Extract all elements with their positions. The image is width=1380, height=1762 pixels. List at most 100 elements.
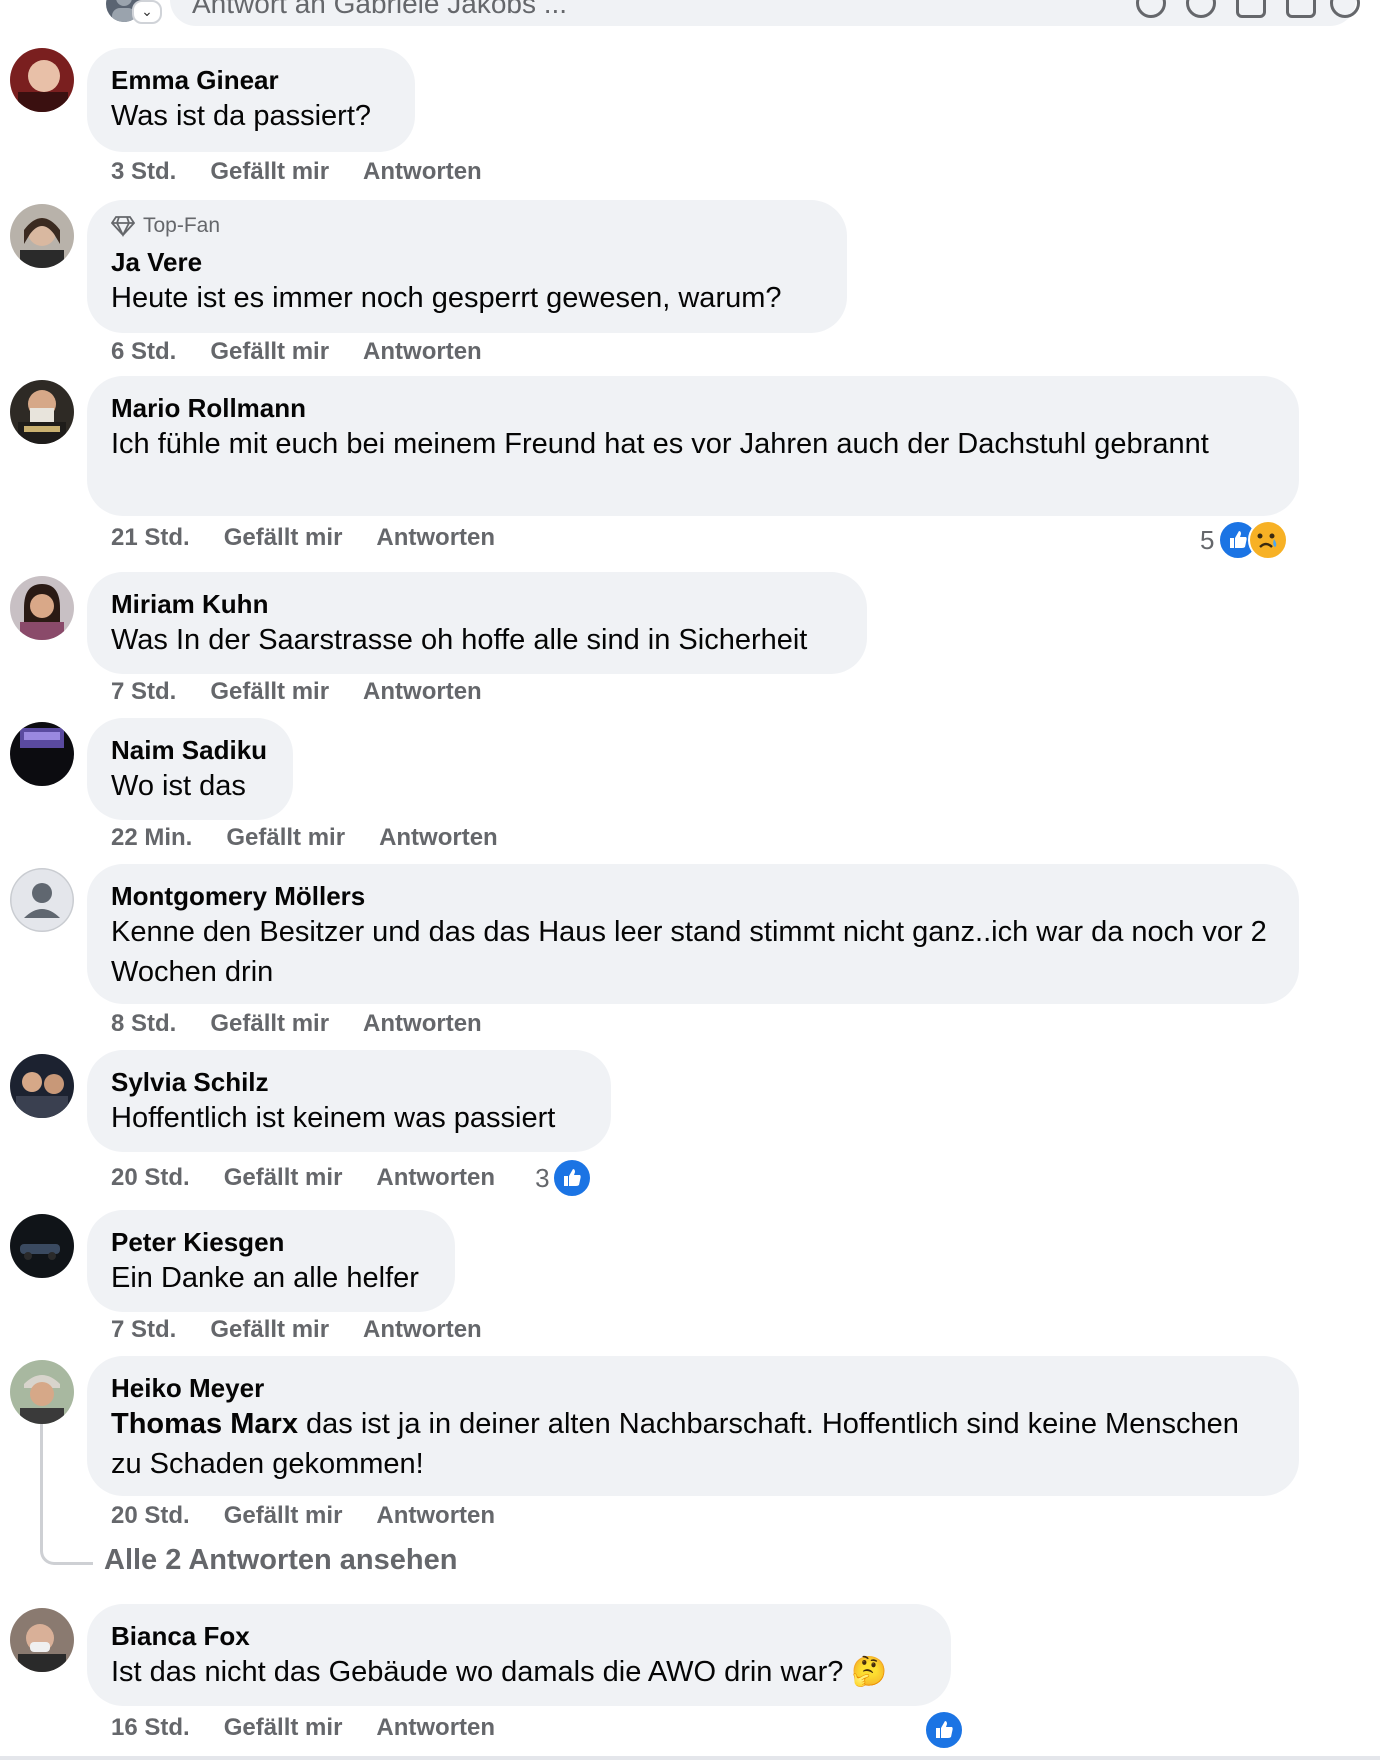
gif-icon[interactable] xyxy=(1286,0,1316,18)
comment-meta: 16 Std. Gefällt mir Antworten xyxy=(111,1714,495,1742)
comment-bubble: Montgomery Möllers Kenne den Besitzer un… xyxy=(87,864,1299,1004)
sad-reaction-icon xyxy=(1248,520,1289,560)
reply-button[interactable]: Antworten xyxy=(376,1714,495,1742)
comment-bubble: Sylvia Schilz Hoffentlich ist keinem was… xyxy=(87,1050,611,1152)
comment-author[interactable]: Emma Ginear xyxy=(111,64,391,96)
bottom-divider xyxy=(0,1756,1380,1760)
comment-bubble: Peter Kiesgen Ein Danke an alle helfer xyxy=(87,1210,455,1312)
avatar[interactable] xyxy=(10,1360,74,1424)
comment-time[interactable]: 7 Std. xyxy=(111,678,176,706)
like-button[interactable]: Gefällt mir xyxy=(210,338,329,366)
comment-meta: 20 Std. Gefällt mir Antworten 3 xyxy=(111,1158,592,1198)
like-button[interactable]: Gefällt mir xyxy=(224,1164,343,1192)
comment-author[interactable]: Peter Kiesgen xyxy=(111,1226,431,1258)
comment-time[interactable]: 20 Std. xyxy=(111,1502,190,1530)
reply-button[interactable]: Antworten xyxy=(363,158,482,186)
like-button[interactable]: Gefällt mir xyxy=(224,1714,343,1742)
comment-meta: 22 Min. Gefällt mir Antworten xyxy=(111,824,498,852)
avatar[interactable] xyxy=(10,868,74,932)
top-fan-label: Top-Fan xyxy=(143,214,221,237)
like-button[interactable]: Gefällt mir xyxy=(210,678,329,706)
comment-time[interactable]: 3 Std. xyxy=(111,158,176,186)
comment-time[interactable]: 8 Std. xyxy=(111,1010,176,1038)
reply-button[interactable]: Antworten xyxy=(376,524,495,552)
thinking-face-emoji: 🤔 xyxy=(851,1656,888,1688)
comment-time[interactable]: 7 Std. xyxy=(111,1316,176,1344)
reply-button[interactable]: Antworten xyxy=(376,1502,495,1530)
reply-button[interactable]: Antworten xyxy=(363,678,482,706)
reply-button[interactable]: Antworten xyxy=(363,338,482,366)
comment-text: Kenne den Besitzer und das das Haus leer… xyxy=(111,916,1267,988)
comment-meta: 7 Std. Gefällt mir Antworten xyxy=(111,1316,482,1344)
reaction-count[interactable]: 3 xyxy=(535,1163,549,1194)
comment-text: Hoffentlich ist keinem was passiert xyxy=(111,1102,556,1134)
comment-bubble: Bianca Fox Ist das nicht das Gebäude wo … xyxy=(87,1604,951,1706)
diamond-icon xyxy=(111,216,135,237)
comment-text: Was ist da passiert? xyxy=(111,100,372,132)
avatar[interactable] xyxy=(10,576,74,640)
reaction-count: 5 xyxy=(1200,524,1215,555)
comment-meta: 3 Std. Gefällt mir Antworten xyxy=(111,158,482,186)
like-button[interactable]: Gefällt mir xyxy=(210,158,329,186)
like-button[interactable]: Gefällt mir xyxy=(226,824,345,852)
comment-time[interactable]: 21 Std. xyxy=(111,524,190,552)
like-button[interactable]: Gefällt mir xyxy=(224,1502,343,1530)
chevron-down-icon[interactable]: ⌄ xyxy=(132,0,162,24)
comment-author[interactable]: Naim Sadiku xyxy=(111,734,269,766)
like-button[interactable]: Gefällt mir xyxy=(210,1316,329,1344)
comment-bubble: Miriam Kuhn Was In der Saarstrasse oh ho… xyxy=(87,572,867,674)
mention-link[interactable]: Thomas Marx xyxy=(111,1408,298,1440)
reaction-summary[interactable]: 5 xyxy=(1200,520,1289,560)
avatar[interactable] xyxy=(10,380,74,444)
reply-button[interactable]: Antworten xyxy=(363,1316,482,1344)
comment-bubble: Top-Fan Ja Vere Heute ist es immer noch … xyxy=(87,200,847,333)
comment-author[interactable]: Sylvia Schilz xyxy=(111,1066,587,1098)
reply-input-placeholder: Antwort an Gabriele Jakobs ... xyxy=(192,0,568,19)
comment-bubble: Naim Sadiku Wo ist das xyxy=(87,718,293,820)
avatar-sticker-icon[interactable] xyxy=(1136,0,1166,18)
comment-text: Heute ist es immer noch gesperrt gewesen… xyxy=(111,282,782,314)
reply-button[interactable]: Antworten xyxy=(379,824,498,852)
comment-meta: 7 Std. Gefällt mir Antworten xyxy=(111,678,482,706)
sticker-icon[interactable] xyxy=(1330,0,1360,18)
avatar[interactable] xyxy=(10,1214,74,1278)
avatar[interactable] xyxy=(10,1608,74,1672)
comment-meta: 20 Std. Gefällt mir Antworten xyxy=(111,1502,495,1530)
comment-bubble: Emma Ginear Was ist da passiert? xyxy=(87,48,415,152)
comment-author[interactable]: Mario Rollmann xyxy=(111,392,1275,424)
like-button[interactable]: Gefällt mir xyxy=(224,524,343,552)
avatar[interactable] xyxy=(10,204,74,268)
comment-author[interactable]: Bianca Fox xyxy=(111,1620,927,1652)
comment-bubble: Mario Rollmann Ich fühle mit euch bei me… xyxy=(87,376,1299,516)
comment-author[interactable]: Heiko Meyer xyxy=(111,1372,1275,1404)
emoji-icon[interactable] xyxy=(1186,0,1216,18)
avatar[interactable] xyxy=(10,722,74,786)
comment-text: Was In der Saarstrasse oh hoffe alle sin… xyxy=(111,624,808,656)
reply-composer: ⌄ Antwort an Gabriele Jakobs ... xyxy=(0,0,1380,28)
comment-bubble: Heiko Meyer Thomas Marx das ist ja in de… xyxy=(87,1356,1299,1496)
thread-connector xyxy=(40,1424,93,1565)
comment-author[interactable]: Ja Vere xyxy=(111,246,823,278)
reply-input[interactable]: Antwort an Gabriele Jakobs ... xyxy=(170,0,1360,26)
comment-text: Thomas Marx das ist ja in deiner alten N… xyxy=(111,1404,1275,1484)
comment-time[interactable]: 6 Std. xyxy=(111,338,176,366)
comment-time[interactable]: 16 Std. xyxy=(111,1714,190,1742)
avatar[interactable] xyxy=(10,48,74,112)
like-button[interactable]: Gefällt mir xyxy=(210,1010,329,1038)
avatar[interactable] xyxy=(10,1054,74,1118)
comment-text-body: Ist das nicht das Gebäude wo damals die … xyxy=(111,1656,844,1688)
comment-author[interactable]: Montgomery Möllers xyxy=(111,880,1275,912)
reply-button[interactable]: Antworten xyxy=(363,1010,482,1038)
view-replies-link[interactable]: Alle 2 Antworten ansehen xyxy=(104,1544,457,1577)
comment-meta: 6 Std. Gefällt mir Antworten xyxy=(111,338,482,366)
reply-button[interactable]: Antworten xyxy=(376,1164,495,1192)
reaction-summary[interactable] xyxy=(924,1710,964,1750)
comment-meta: 8 Std. Gefällt mir Antworten xyxy=(111,1010,482,1038)
top-fan-badge: Top-Fan xyxy=(111,212,823,240)
comment-time[interactable]: 22 Min. xyxy=(111,824,192,852)
comment-author[interactable]: Miriam Kuhn xyxy=(111,588,843,620)
camera-icon[interactable] xyxy=(1236,0,1266,18)
like-reaction-icon xyxy=(924,1710,964,1750)
like-reaction-icon[interactable] xyxy=(551,1158,592,1198)
comment-time[interactable]: 20 Std. xyxy=(111,1164,190,1192)
